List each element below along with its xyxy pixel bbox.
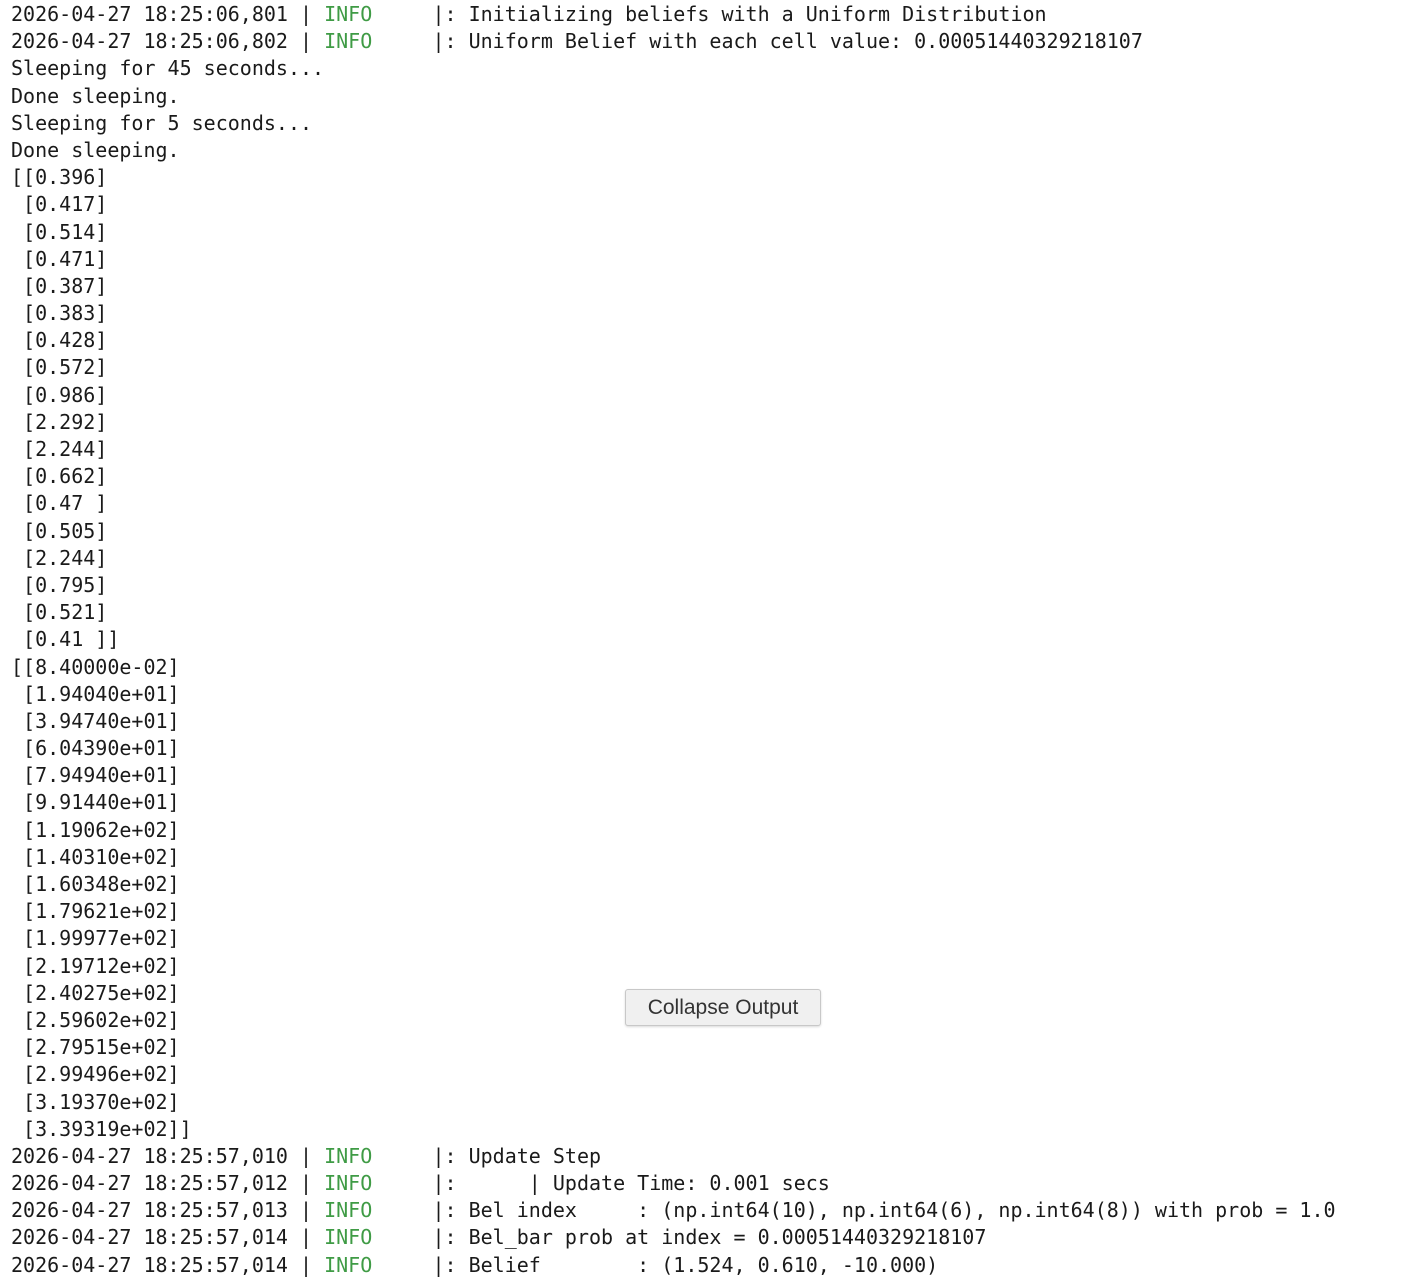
array1-row: [0.383]	[11, 301, 108, 326]
log-message: |: Belief : (1.524, 0.610, -10.000)	[432, 1252, 939, 1277]
array2-row: [1.60348e+02]	[11, 872, 180, 896]
array2-row: [2.99496e+02]	[11, 1062, 180, 1087]
status-line: Done sleeping.	[11, 137, 180, 162]
array2-row: [7.94940e+01]	[11, 763, 180, 788]
array2-row: [1.40310e+02]	[11, 844, 180, 869]
status-line: Sleeping for 45 seconds...	[11, 56, 325, 81]
log-timestamp: 2026-04-27 18:25:57,014	[11, 1252, 288, 1277]
log-message: |: Bel index : (np.int64(10), np.int64(6…	[432, 1198, 1336, 1223]
log-separator: |	[287, 29, 325, 54]
array2-row: [2.19712e+02]	[11, 953, 180, 978]
log-separator: |	[287, 1171, 325, 1196]
array1-row: [0.47 ]	[11, 491, 108, 516]
log-level: INFO	[324, 1225, 373, 1250]
log-message: |: Update Step	[432, 1143, 602, 1168]
log-line: 2026-04-27 18:25:06,802 | INFO |: Unifor…	[11, 28, 1336, 55]
log-level: INFO	[324, 1252, 373, 1277]
array1-row: [0.428]	[11, 328, 108, 353]
log-separator: |	[287, 1143, 325, 1168]
log-level-padding	[372, 1198, 432, 1222]
log-line: 2026-04-27 18:25:57,014 | INFO |: Bel_ba…	[11, 1224, 1336, 1251]
log-level: INFO	[324, 1143, 373, 1168]
log-timestamp: 2026-04-27 18:25:06,801	[11, 2, 288, 26]
array1-row: [2.244]	[11, 437, 108, 461]
log-level: INFO	[324, 1171, 373, 1196]
log-timestamp: 2026-04-27 18:25:06,802	[11, 29, 288, 54]
log-line: 2026-04-27 18:25:57,013 | INFO |: Bel in…	[11, 1197, 1336, 1224]
array2-row: [3.39319e+02]]	[11, 1116, 192, 1141]
array1-row: [[0.396]	[11, 165, 108, 190]
log-level-padding	[372, 1225, 432, 1249]
array1-row: [0.521]	[11, 600, 108, 625]
log-timestamp: 2026-04-27 18:25:57,013	[11, 1198, 288, 1223]
cell-output: 2026-04-27 18:25:06,801 | INFO |: Initia…	[11, 1, 1336, 1279]
log-line: 2026-04-27 18:25:57,012 | INFO |: | Upda…	[11, 1170, 1336, 1197]
log-line: 2026-04-27 18:25:57,014 | INFO |: Belief…	[11, 1252, 1336, 1279]
array1-row: [0.387]	[11, 273, 108, 298]
array2-row: [1.94040e+01]	[11, 681, 180, 706]
array2-row: [1.99977e+02]	[11, 926, 180, 951]
array2-row: [6.04390e+01]	[11, 736, 180, 761]
log-message: |: Initializing beliefs with a Uniform D…	[432, 2, 1047, 26]
log-separator: |	[287, 1252, 325, 1277]
array2-row: [1.19062e+02]	[11, 817, 180, 842]
array2-row: [3.94740e+01]	[11, 708, 180, 733]
array2-row: [3.19370e+02]	[11, 1089, 180, 1114]
array2-row: [1.79621e+02]	[11, 899, 180, 924]
array1-row: [0.986]	[11, 382, 108, 407]
log-level-padding	[372, 2, 432, 26]
array2-row: [[8.40000e-02]	[11, 654, 180, 679]
log-level-padding	[372, 29, 432, 53]
array1-row: [2.292]	[11, 409, 108, 434]
array1-row: [2.244]	[11, 545, 108, 570]
status-line: Sleeping for 5 seconds...	[11, 110, 313, 135]
array1-row: [0.514]	[11, 219, 108, 244]
log-level: INFO	[324, 1198, 373, 1223]
log-level-padding	[372, 1253, 432, 1277]
log-level-padding	[372, 1144, 432, 1168]
status-line: Done sleeping.	[11, 83, 180, 108]
log-timestamp: 2026-04-27 18:25:57,014	[11, 1225, 288, 1250]
log-separator: |	[287, 2, 325, 26]
log-level: INFO	[324, 29, 373, 54]
log-timestamp: 2026-04-27 18:25:57,012	[11, 1171, 288, 1196]
array1-row: [0.662]	[11, 464, 108, 489]
log-message: |: Bel_bar prob at index = 0.00051440329…	[432, 1225, 987, 1250]
array2-row: [9.91440e+01]	[11, 790, 180, 815]
log-message: |: | Update Time: 0.001 secs	[432, 1171, 830, 1196]
collapse-output-button[interactable]: Collapse Output	[625, 989, 821, 1026]
log-line: 2026-04-27 18:25:57,010 | INFO |: Update…	[11, 1143, 1336, 1170]
log-timestamp: 2026-04-27 18:25:57,010	[11, 1143, 288, 1168]
array1-row: [0.471]	[11, 246, 108, 271]
array1-row: [0.795]	[11, 572, 108, 597]
log-line: 2026-04-27 18:25:06,801 | INFO |: Initia…	[11, 1, 1336, 28]
array2-row: [2.79515e+02]	[11, 1035, 180, 1060]
array1-row: [0.505]	[11, 518, 108, 543]
log-message: |: Uniform Belief with each cell value: …	[432, 29, 1143, 54]
log-separator: |	[287, 1225, 325, 1250]
array1-row: [0.41 ]]	[11, 627, 120, 652]
log-level-padding	[372, 1171, 432, 1195]
array1-row: [0.572]	[11, 355, 108, 380]
log-separator: |	[287, 1198, 325, 1223]
log-level: INFO	[324, 2, 373, 26]
array1-row: [0.417]	[11, 192, 108, 217]
